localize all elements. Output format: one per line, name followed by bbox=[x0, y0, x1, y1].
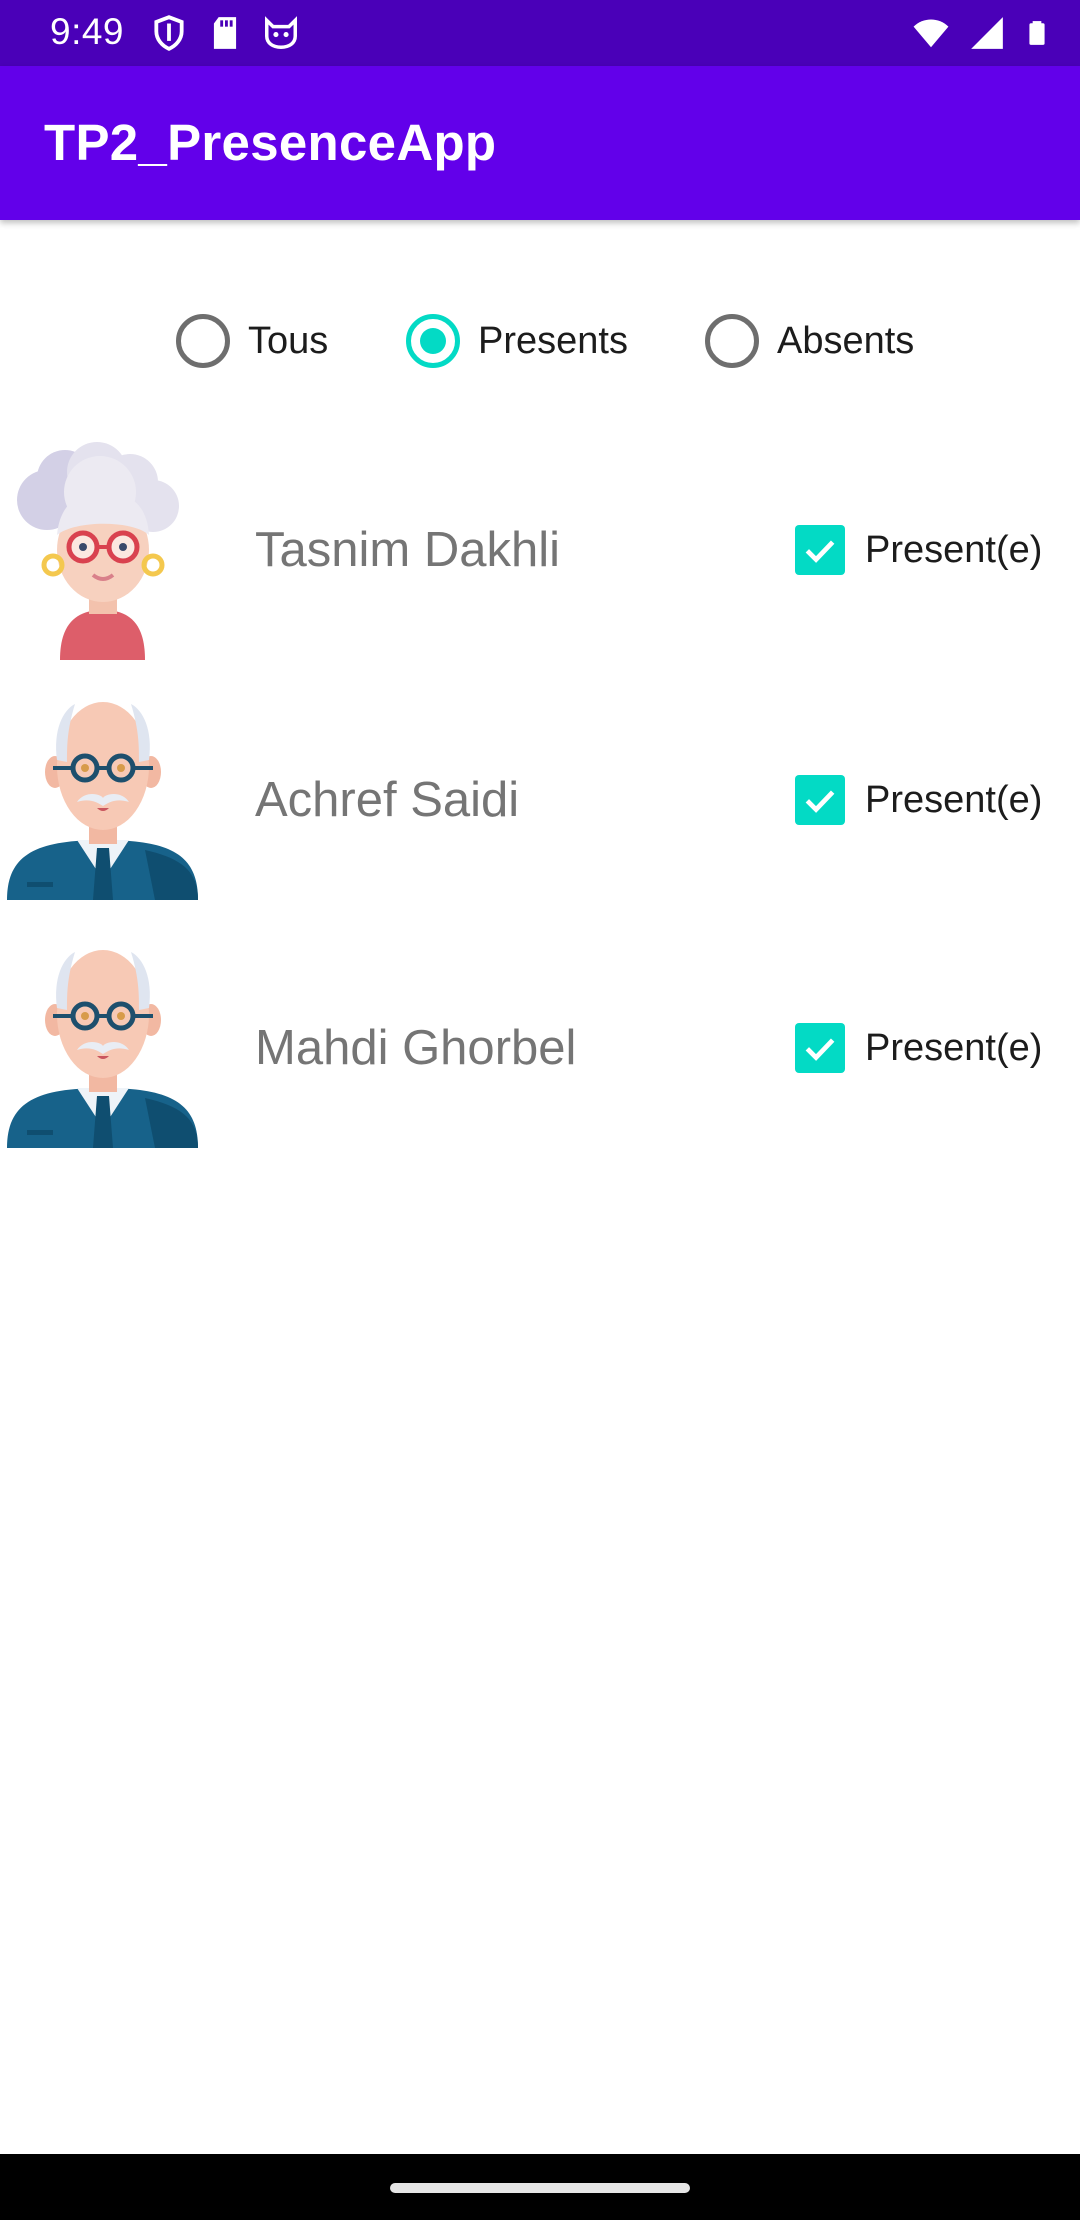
radio-button-presents[interactable] bbox=[406, 314, 460, 368]
app-title: TP2_PresenceApp bbox=[44, 114, 497, 171]
filter-radio-group: Tous Presents Absents bbox=[0, 310, 1080, 372]
navigation-bar bbox=[0, 2154, 1080, 2220]
sd-card-icon bbox=[213, 17, 237, 49]
list-item: Achref Saidi Present(e) bbox=[0, 690, 1080, 910]
notification-icons bbox=[150, 14, 300, 52]
radio-option-tous[interactable]: Tous bbox=[176, 310, 328, 372]
presence-label: Present(e) bbox=[865, 1026, 1043, 1069]
checkbox-checked-icon[interactable] bbox=[795, 1023, 845, 1073]
radio-label-tous: Tous bbox=[248, 319, 329, 362]
radio-button-tous[interactable] bbox=[176, 314, 230, 368]
list-item: Mahdi Ghorbel Present(e) bbox=[0, 938, 1080, 1158]
student-name: Achref Saidi bbox=[255, 773, 520, 827]
presence-checkbox[interactable]: Present(e) bbox=[795, 525, 1042, 575]
checkbox-checked-icon[interactable] bbox=[795, 775, 845, 825]
presence-label: Present(e) bbox=[865, 778, 1043, 821]
status-bar: 9:49 bbox=[0, 0, 1080, 66]
radio-option-absents[interactable]: Absents bbox=[705, 310, 914, 372]
grandmother-avatar-icon bbox=[17, 442, 179, 660]
status-time: 9:49 bbox=[50, 11, 125, 52]
radio-label-absents: Absents bbox=[777, 319, 915, 362]
grandfather-avatar-icon bbox=[7, 950, 198, 1148]
cat-face-icon bbox=[265, 16, 297, 49]
student-name: Tasnim Dakhli bbox=[255, 523, 560, 577]
home-gesture-handle[interactable] bbox=[390, 2183, 690, 2193]
grandfather-avatar-icon bbox=[7, 702, 198, 900]
list-item: Tasnim Dakhli Present(e) bbox=[0, 440, 1080, 660]
radio-label-presents: Presents bbox=[478, 319, 628, 362]
presence-checkbox[interactable]: Present(e) bbox=[795, 775, 1042, 825]
student-name: Mahdi Ghorbel bbox=[255, 1021, 577, 1075]
radio-button-absents[interactable] bbox=[705, 314, 759, 368]
app-bar: TP2_PresenceApp bbox=[0, 66, 1080, 220]
presence-checkbox[interactable]: Present(e) bbox=[795, 1023, 1042, 1073]
checkbox-checked-icon[interactable] bbox=[795, 525, 845, 575]
wifi-icon bbox=[913, 19, 949, 48]
system-icons bbox=[912, 14, 1050, 52]
presence-label: Present(e) bbox=[865, 528, 1043, 571]
cellular-signal-icon bbox=[971, 17, 1003, 49]
battery-icon bbox=[1029, 21, 1045, 45]
radio-option-presents[interactable]: Presents bbox=[406, 310, 628, 372]
shield-icon bbox=[154, 15, 184, 51]
